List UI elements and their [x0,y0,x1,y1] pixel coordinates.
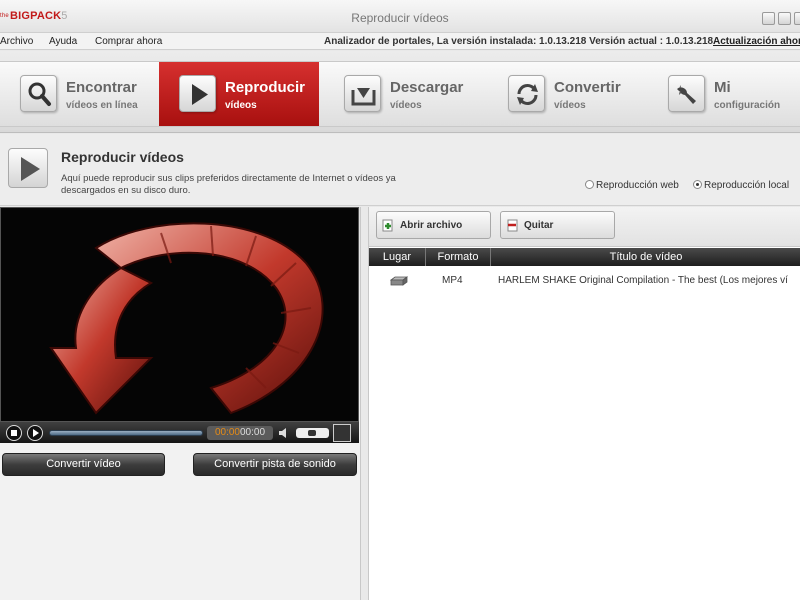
play-icon [179,75,216,112]
radio-local-indicator[interactable] [693,180,702,189]
remove-label: Quitar [524,220,554,231]
nav-descargar[interactable]: Descargar vídeos [324,62,484,126]
player-controls: 00:0000:00 [0,421,359,443]
wrench-icon [668,75,705,112]
nav-encontrar-subtitle: vídeos en línea [66,100,138,111]
convert-audio-button[interactable]: Convertir pista de sonido [193,453,357,476]
row-format: MP4 [442,275,463,286]
page-title: Reproducir vídeos [61,149,184,165]
maximize-button[interactable] [778,12,791,25]
film-reel-artwork [1,208,358,422]
stop-icon [11,430,17,436]
hard-drive-icon [390,276,408,286]
column-lugar[interactable]: Lugar [369,248,426,266]
download-icon [344,75,381,112]
time-total: 00:00 [240,427,266,438]
nav-convertir-title: Convertir [554,79,621,96]
remove-file-icon [507,219,518,232]
radio-local-playback[interactable]: Reproducción local [693,180,789,191]
page-description: Aquí puede reproducir sus clips preferid… [61,173,396,196]
menu-comprar[interactable]: Comprar ahora [95,36,162,47]
menu-bar: Archivo Ayuda Comprar ahora Analizador d… [0,33,800,50]
play-button[interactable] [27,425,43,441]
convert-video-button[interactable]: Convertir vídeo [2,453,165,476]
radio-web-indicator[interactable] [585,180,594,189]
nav-configuracion-title: Mi [714,79,731,96]
nav-configuracion[interactable]: Mi configuración [648,62,800,126]
fullscreen-button[interactable] [333,424,351,442]
file-list-panel: Abrir archivo Quitar Lugar Formato Títul… [368,207,800,600]
nav-configuracion-subtitle: configuración [714,100,781,111]
add-file-icon [382,219,393,232]
nav-reproducir-subtitle: vídeos [225,100,257,111]
column-formato[interactable]: Formato [426,248,491,266]
nav-encontrar[interactable]: Encontrar vídeos en línea [0,62,160,126]
play-icon [8,148,48,188]
volume-slider[interactable] [296,428,329,438]
nav-descargar-subtitle: vídeos [390,100,422,111]
menu-archivo[interactable]: Archivo [0,36,33,47]
time-current: 00:00 [214,427,240,438]
convert-icon [508,75,545,112]
nav-encontrar-title: Encontrar [66,79,137,96]
update-link[interactable]: Actualización ahora [713,36,800,47]
title-bar: theBIGPACK5 Reproducir vídeos [0,0,800,33]
radio-web-playback[interactable]: Reproducción web [585,180,679,191]
nav-convertir[interactable]: Convertir vídeos [488,62,648,126]
nav-convertir-subtitle: vídeos [554,100,586,111]
remove-button[interactable]: Quitar [500,211,615,239]
play-icon [33,429,39,437]
section-header: Reproducir vídeos Aquí puede reproducir … [0,134,800,206]
minimize-button[interactable] [762,12,775,25]
nav-reproducir-title: Reproducir [225,79,306,96]
file-table-header: Lugar Formato Título de vídeo [369,248,800,266]
version-status: Analizador de portales, La versión insta… [324,36,714,47]
radio-local-label: Reproducción local [704,180,790,191]
main-nav: Encontrar vídeos en línea Reproducir víd… [0,51,800,133]
seek-bar[interactable] [49,430,203,436]
close-button[interactable] [794,12,800,25]
stop-button[interactable] [6,425,22,441]
nav-reproducir[interactable]: Reproducir vídeos [159,62,319,126]
menu-ayuda[interactable]: Ayuda [49,36,77,47]
row-title: HARLEM SHAKE Original Compilation - The … [498,275,788,286]
file-toolbar: Abrir archivo Quitar [369,207,800,247]
search-icon [20,75,57,112]
volume-icon[interactable] [278,427,290,439]
nav-descargar-title: Descargar [390,79,464,96]
open-file-label: Abrir archivo [400,220,463,231]
table-row[interactable]: MP4 HARLEM SHAKE Original Compilation - … [369,271,800,291]
time-display: 00:0000:00 [207,426,273,440]
open-file-button[interactable]: Abrir archivo [376,211,491,239]
window-title: Reproducir vídeos [351,11,449,25]
radio-web-label: Reproducción web [596,180,679,191]
video-screen[interactable] [0,207,359,443]
player-panel: 00:0000:00 Convertir vídeo Convertir pis… [0,207,361,600]
column-titulo[interactable]: Título de vídeo [491,248,800,266]
